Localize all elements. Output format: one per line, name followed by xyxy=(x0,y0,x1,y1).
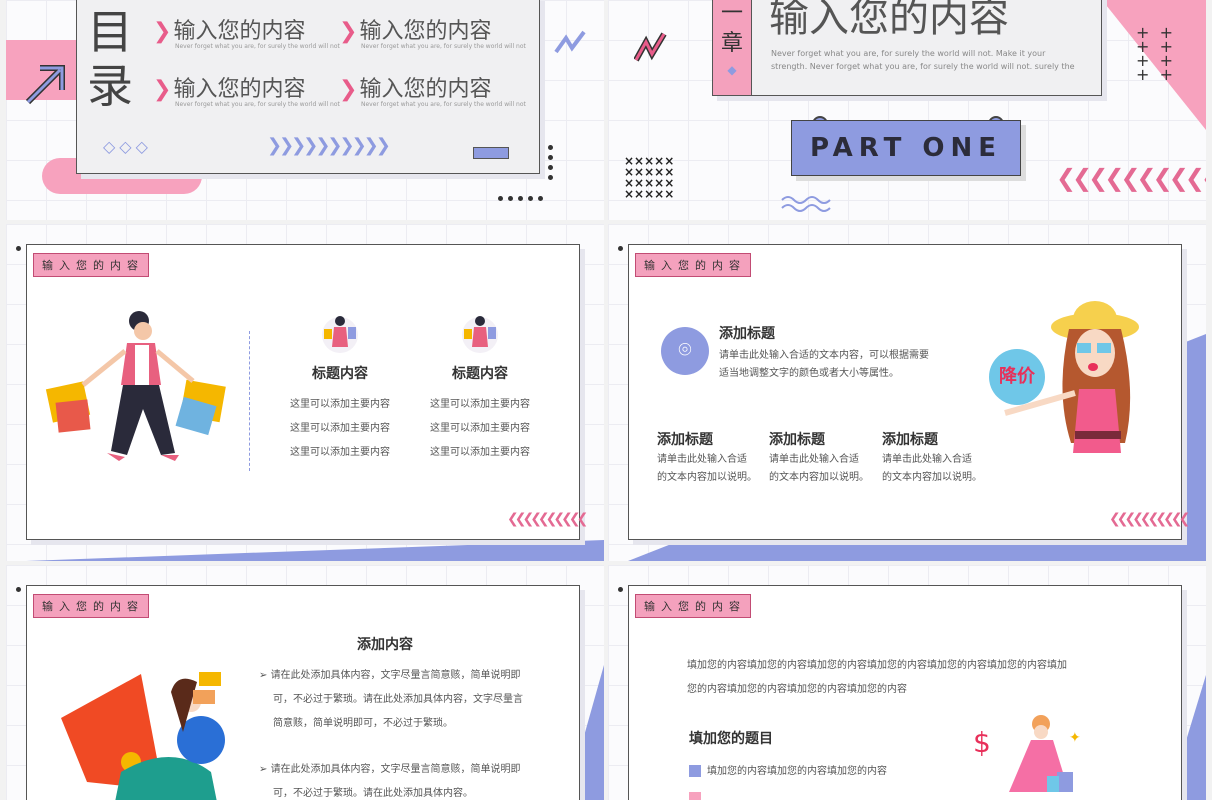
chapter-subtitle: Never forget what you are, for surely th… xyxy=(771,49,1075,71)
toc-item-sub: Never forget what you are, for surely th… xyxy=(175,43,340,50)
content-card: 输入您的内容 填加您的内容填加您的内容填加您的内容填加您的内容填加您的内容填加您… xyxy=(628,585,1182,800)
feature-column-1: 标题内容 这里可以添加主要内容 这里可以添加主要内容 这里可以添加主要内容 xyxy=(281,311,399,465)
cross-pattern-decoration: ××××× ××××× ××××× ××××× xyxy=(624,154,675,201)
discount-badge: 降价 xyxy=(989,349,1045,405)
diamond-icon: ◆ xyxy=(727,63,737,77)
shopping-woman-small-icon xyxy=(322,316,358,353)
zigzag-icon xyxy=(634,32,667,62)
chapter-title: 输入您的内容 xyxy=(769,0,1009,41)
toc-title-char-2: 录 xyxy=(87,59,133,113)
detail-bullet-1: 填加您的内容填加您的内容填加您的内容 xyxy=(689,762,887,777)
chevron-right-icon: ❯ xyxy=(339,19,358,44)
plus-pattern-decoration: + + + + + + + + xyxy=(1136,23,1173,84)
feature-main-text: 请单击此处输入合适的文本内容，可以根据需要 适当地调整文字的颜色或者大小等属性。 xyxy=(719,350,929,379)
section-tag: 输入您的内容 xyxy=(635,594,751,618)
section-tag: 输入您的内容 xyxy=(33,594,149,618)
column-lines: 这里可以添加主要内容 这里可以添加主要内容 这里可以添加主要内容 xyxy=(430,399,530,458)
chevrons-left-icon: ❮❮❮❮❮❮❮❮❮❮ xyxy=(1056,164,1206,192)
shopping-woman-small-icon xyxy=(462,316,498,353)
divider-line xyxy=(249,331,250,471)
wave-icon xyxy=(781,196,831,212)
chapter-card: 一章 ◆ 输入您的内容 Never forget what you are, f… xyxy=(712,0,1102,96)
shopping-woman-illustration xyxy=(45,311,226,461)
content-card: 输入您的内容 标题内容 这里可以添加主要内容 这里可以添加主要内容 这里可以添加… xyxy=(26,244,588,540)
square-bullet-icon xyxy=(689,792,701,800)
dots-decoration xyxy=(498,186,548,205)
square-bullet-icon xyxy=(689,765,701,777)
camera-icon: ⌾ xyxy=(661,327,709,375)
toc-item-sub: Never forget what you are, for surely th… xyxy=(361,101,526,108)
slide-features[interactable]: 输入您的内容 ⌾ 添加标题 请单击此处输入合适的文本内容，可以根据需要 适当地调… xyxy=(608,224,1206,561)
zigzag-icon xyxy=(554,30,586,54)
toc-item-sub: Never forget what you are, for surely th… xyxy=(175,101,340,108)
feature-column-2: 标题内容 这里可以添加主要内容 这里可以添加主要内容 这里可以添加主要内容 xyxy=(421,311,539,465)
column-title: 标题内容 xyxy=(312,366,368,382)
toc-item-4[interactable]: ❯输入您的内容 Never forget what you are, for s… xyxy=(339,71,526,108)
content-card: 输入您的内容 添加内容 ➢ 请在此处添加具体内容，文字尽量言简意赅，简单说明即 … xyxy=(26,585,580,800)
bullet-arrow-icon: ➢ xyxy=(259,764,271,775)
content-card: 输入您的内容 ⌾ 添加标题 请单击此处输入合适的文本内容，可以根据需要 适当地调… xyxy=(628,244,1190,540)
feature-item-1: 添加标题 请单击此处输入合适 的文本内容加以说明。 xyxy=(657,432,757,483)
slide-toc[interactable]: 目 录 ❯输入您的内容 Never forget what you are, f… xyxy=(6,0,604,220)
chevron-right-icon: ❯ xyxy=(153,19,172,44)
chevron-right-icon: ❯ xyxy=(153,77,172,102)
bullet-arrow-icon: ➢ xyxy=(259,670,271,681)
content-paragraph-1: ➢ 请在此处添加具体内容，文字尽量言简意赅，简单说明即 可，不必过于繁琐。请在此… xyxy=(259,670,523,729)
toc-item-2[interactable]: ❯输入您的内容 Never forget what you are, for s… xyxy=(339,13,526,50)
chevrons-left-icon: ❮❮❮❮❮❮❮❮❮❮ xyxy=(507,511,588,527)
feature-item-3: 添加标题 请单击此处输入合适 的文本内容加以说明。 xyxy=(882,432,982,483)
chevrons-right-icon: ❯❯❯❯❯❯❯❯❯❯ xyxy=(267,135,391,156)
feature-main-title: 添加标题 xyxy=(719,326,775,342)
content-title: 添加内容 xyxy=(357,637,413,653)
toc-item-sub: Never forget what you are, for surely th… xyxy=(361,43,526,50)
toc-item-3[interactable]: ❯输入您的内容 Never forget what you are, for s… xyxy=(153,71,340,108)
slide-detail[interactable]: 输入您的内容 填加您的内容填加您的内容填加您的内容填加您的内容填加您的内容填加您… xyxy=(608,565,1206,800)
section-tag: 输入您的内容 xyxy=(635,253,751,277)
slide-shopping[interactable]: 输入您的内容 标题内容 这里可以添加主要内容 这里可以添加主要内容 这里可以添加… xyxy=(6,224,604,561)
part-banner: PART ONE xyxy=(791,120,1021,176)
detail-bullet-2 xyxy=(689,792,707,800)
slide-content[interactable]: 输入您的内容 添加内容 ➢ 请在此处添加具体内容，文字尽量言简意赅，简单说明即 … xyxy=(6,565,604,800)
toc-title-char-1: 目 xyxy=(87,5,133,59)
part-title: PART ONE xyxy=(809,133,1003,163)
slide-chapter[interactable]: ××××× ××××× ××××× ××××× + + + + + + + + ❮❮❮❮❮❮… xyxy=(608,0,1206,220)
svg-text:$: $ xyxy=(973,726,991,759)
arrow-up-right-icon xyxy=(25,65,65,105)
diamond-icons: ◇◇◇ xyxy=(103,137,152,156)
detail-subtitle: 填加您的题目 xyxy=(689,731,773,747)
purple-corner-shape xyxy=(26,540,604,561)
feature-item-2: 添加标题 请单击此处输入合适 的文本内容加以说明。 xyxy=(769,432,869,483)
content-paragraph-2: ➢ 请在此处添加具体内容，文字尽量言简意赅，简单说明即 可，不必过于繁琐。请在此… xyxy=(259,764,521,799)
toc-card: 目 录 ❯输入您的内容 Never forget what you are, f… xyxy=(76,0,540,174)
section-tag: 输入您的内容 xyxy=(33,253,149,277)
dots-vertical-decoration xyxy=(548,140,554,180)
dancing-woman-illustration: $ ✦ xyxy=(973,715,1081,792)
chevron-right-icon: ❯ xyxy=(339,77,358,102)
purple-bar xyxy=(473,147,509,159)
column-lines: 这里可以添加主要内容 这里可以添加主要内容 这里可以添加主要内容 xyxy=(290,399,390,458)
svg-text:✦: ✦ xyxy=(1069,730,1081,746)
chapter-label-box: 一章 ◆ xyxy=(713,0,752,95)
chevrons-left-icon: ❮❮❮❮❮❮❮❮❮❮ xyxy=(1109,511,1190,527)
chapter-label: 一章 xyxy=(721,1,744,56)
detail-paragraph: 填加您的内容填加您的内容填加您的内容填加您的内容填加您的内容填加您的内容填加 您… xyxy=(687,660,1067,695)
toc-item-1[interactable]: ❯输入您的内容 Never forget what you are, for s… xyxy=(153,13,340,50)
megaphone-shopping-illustration xyxy=(61,672,225,800)
toc-title: 目 录 xyxy=(87,5,133,113)
column-title: 标题内容 xyxy=(452,366,508,382)
